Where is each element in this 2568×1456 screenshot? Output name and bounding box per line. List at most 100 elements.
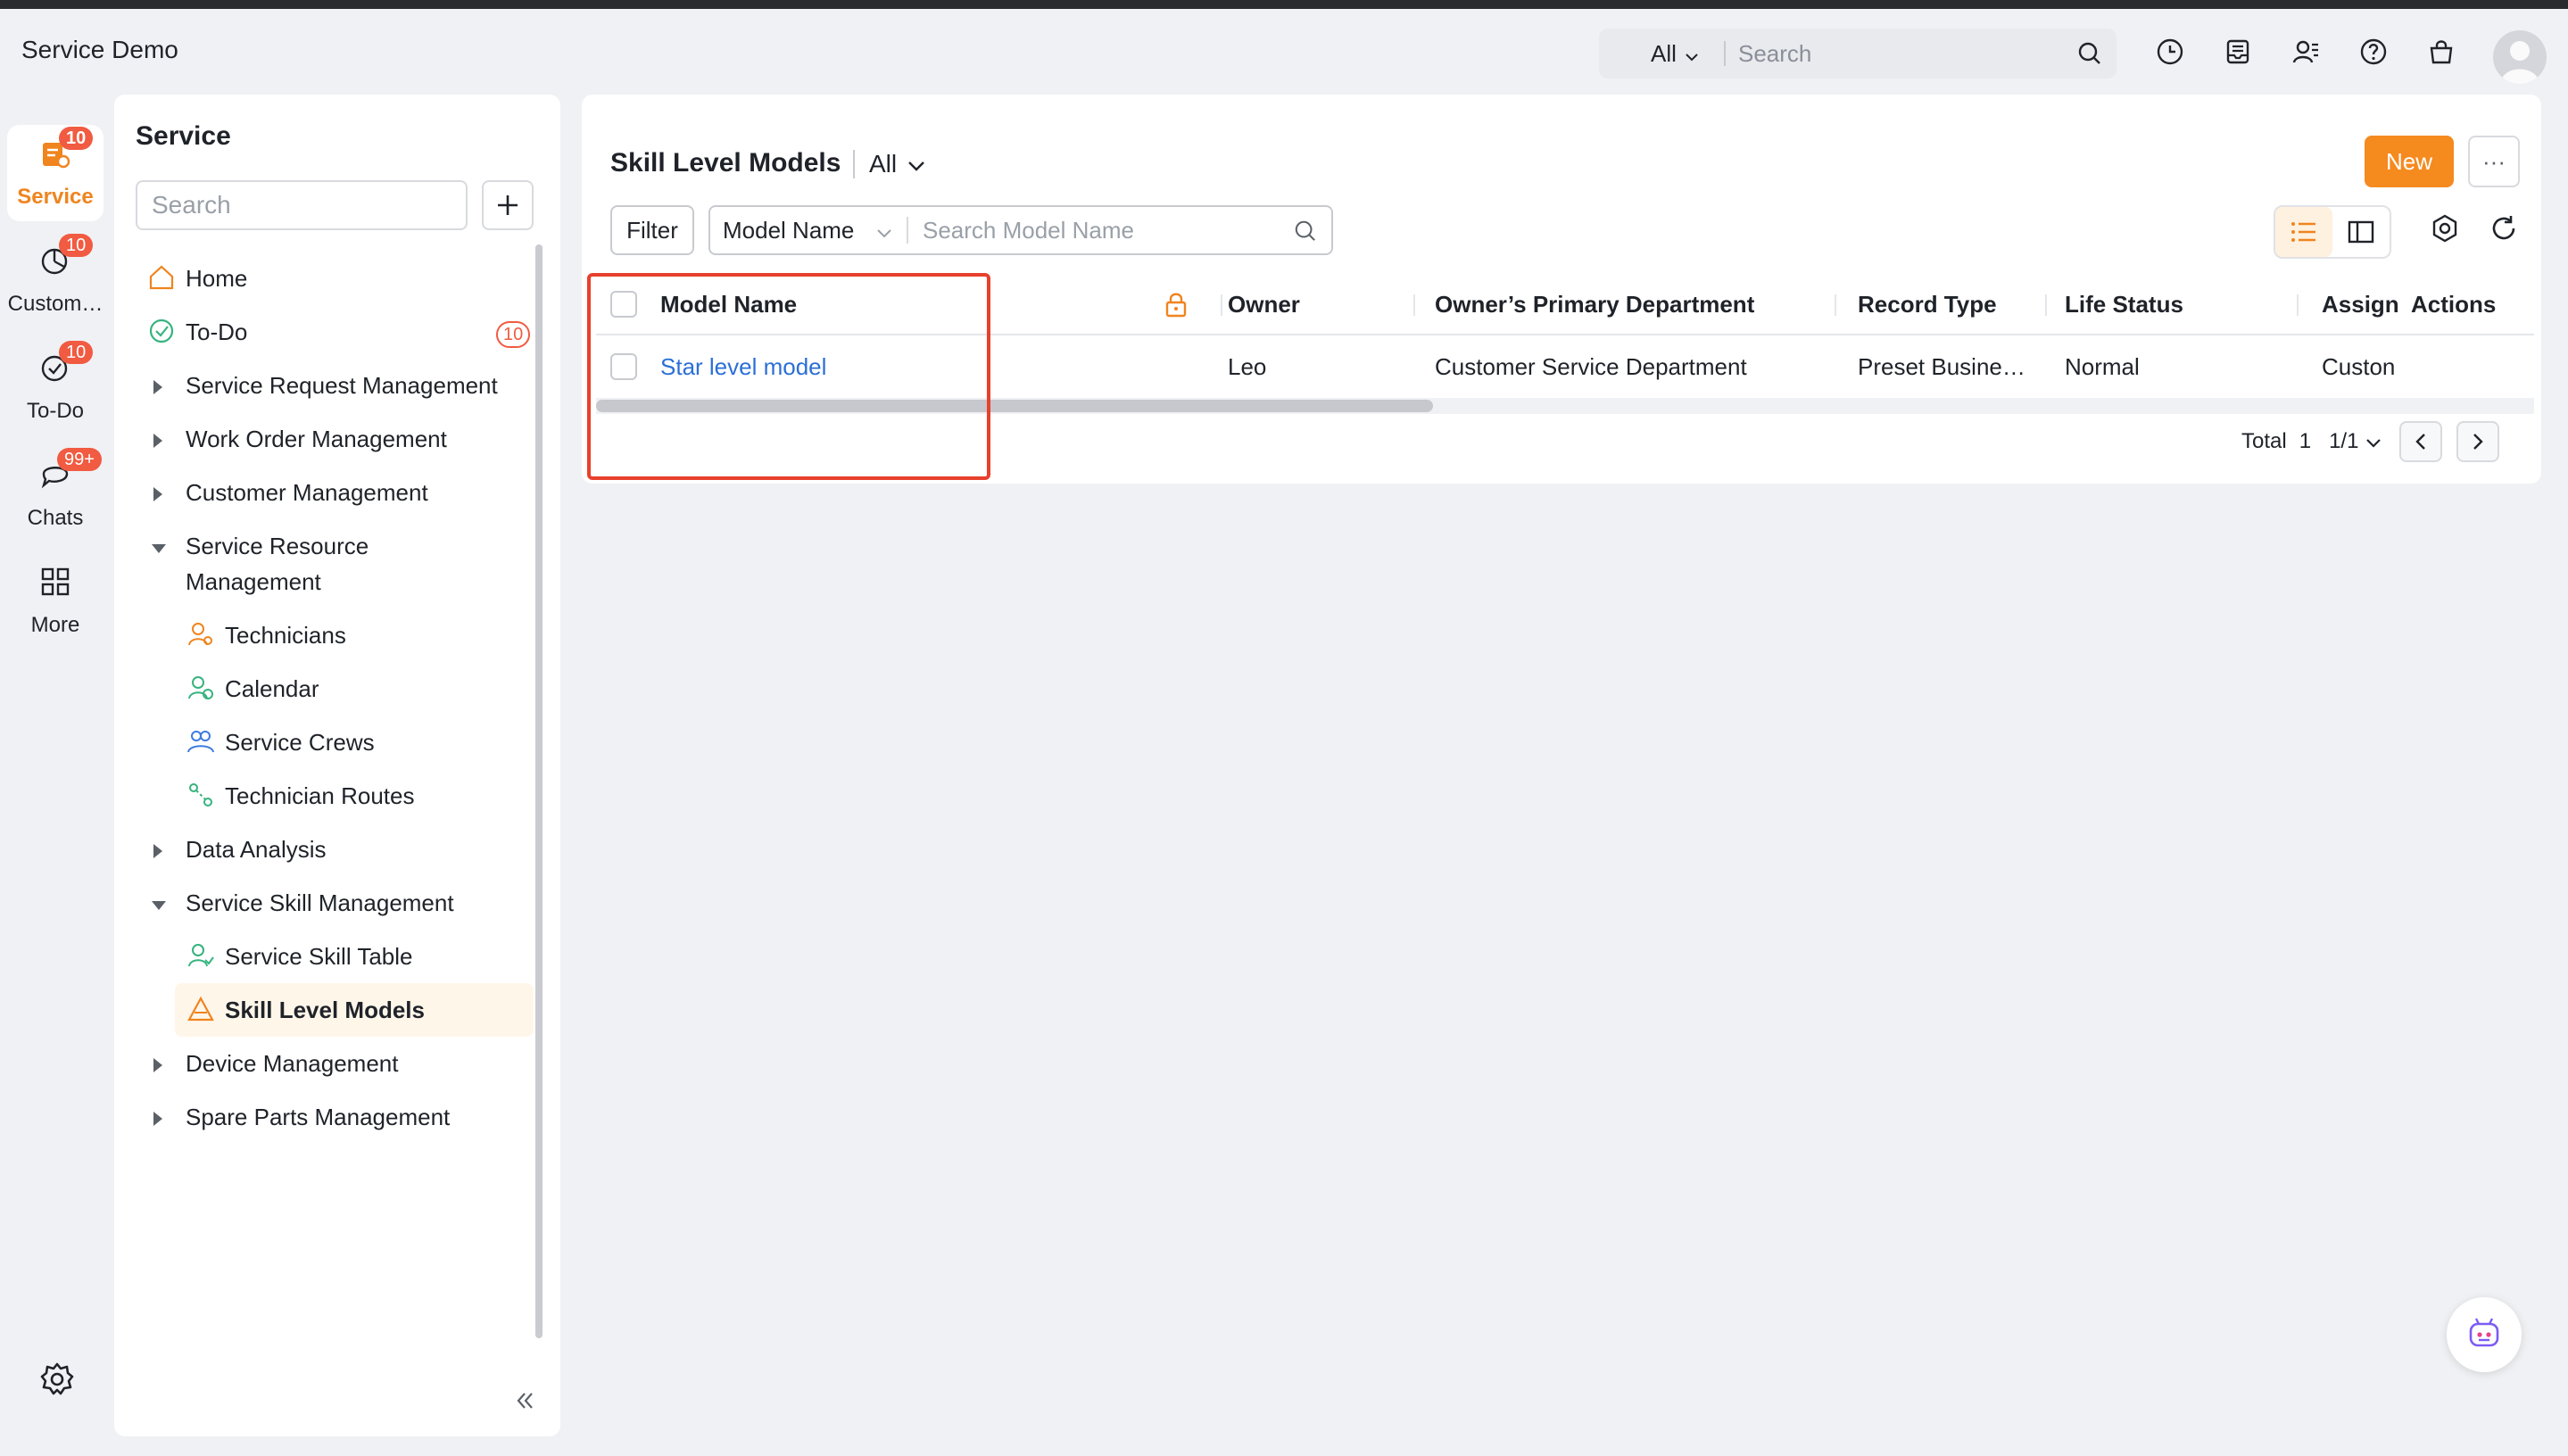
column-divider[interactable] <box>2297 294 2299 316</box>
sidebar-item-service-skill-management[interactable]: Service Skill Management <box>114 876 534 930</box>
caret-right-icon[interactable] <box>153 1112 162 1126</box>
app-rail: 10 Service 10 Custom… 10 To-Do 99+ Chats… <box>0 125 112 660</box>
sidebar-item-label: Service Skill Management <box>186 889 454 916</box>
sidebar-item-work-order-management[interactable]: Work Order Management <box>114 412 534 466</box>
column-divider[interactable] <box>2045 294 2047 316</box>
split-view-icon[interactable] <box>2332 207 2390 257</box>
bag-icon[interactable] <box>2425 36 2457 68</box>
search-field-dropdown[interactable]: Model Name <box>710 217 907 244</box>
rail-item-chats[interactable]: 99+ Chats <box>7 446 104 542</box>
window-top-bar <box>0 0 2568 9</box>
page-select[interactable]: 1/1 <box>2329 429 2382 454</box>
horizontal-scrollbar[interactable] <box>596 400 1433 412</box>
search-scope-dropdown[interactable]: All <box>1599 40 1724 68</box>
sidebar-search-input[interactable] <box>136 180 468 230</box>
todo-count-badge: 10 <box>496 321 531 348</box>
refresh-icon[interactable] <box>2489 214 2518 247</box>
table-row[interactable]: Star level model Leo Customer Service De… <box>596 335 2534 398</box>
total-label: Total <box>2241 429 2287 453</box>
add-button[interactable] <box>482 180 534 230</box>
rail-item-service[interactable]: 10 Service <box>7 125 104 221</box>
row-select-cell <box>610 335 637 398</box>
caret-right-icon[interactable] <box>153 434 162 448</box>
collapse-sidebar-icon[interactable] <box>512 1388 537 1418</box>
filter-button[interactable]: Filter <box>610 205 694 255</box>
sidebar-item-label: Skill Level Models <box>225 997 425 1023</box>
sidebar-item-label: Service Crews <box>225 729 375 756</box>
search-icon[interactable] <box>1294 219 1317 247</box>
sidebar-item-label: Customer Management <box>186 479 428 506</box>
sidebar-scrollbar[interactable] <box>535 244 543 1338</box>
more-actions-button[interactable]: ··· <box>2468 136 2520 187</box>
sidebar-item-service-skill-table[interactable]: Service Skill Table <box>114 930 534 983</box>
sidebar-item-technicians[interactable]: Technicians <box>114 608 534 662</box>
settings-icon[interactable] <box>2431 214 2459 247</box>
rail-item-customers[interactable]: 10 Custom… <box>7 232 104 328</box>
caret-down-icon[interactable] <box>152 544 166 553</box>
column-header-owner[interactable]: Owner <box>1228 273 1300 335</box>
assistant-bot-button[interactable] <box>2447 1297 2522 1372</box>
view-selector[interactable]: All <box>869 150 925 178</box>
table-tools <box>2431 214 2518 247</box>
notification-badge: 99+ <box>57 448 102 471</box>
sidebar-item-label: Service Resource Management <box>186 533 369 595</box>
row-checkbox[interactable] <box>610 353 637 380</box>
caret-right-icon[interactable] <box>153 487 162 501</box>
global-search-input[interactable] <box>1738 39 2059 68</box>
model-name-search-input[interactable] <box>908 216 1274 244</box>
settings-gear-icon[interactable] <box>39 1361 75 1402</box>
sidebar-item-label: Home <box>186 265 248 292</box>
crew-icon <box>187 728 214 765</box>
clock-icon[interactable] <box>2154 36 2186 68</box>
caret-right-icon[interactable] <box>153 844 162 858</box>
previous-page-button[interactable] <box>2399 421 2443 462</box>
column-header-record-type[interactable]: Record Type <box>1858 273 1997 335</box>
skill-icon <box>187 942 214 979</box>
caret-right-icon[interactable] <box>153 1058 162 1072</box>
sidebar-item-device-management[interactable]: Device Management <box>114 1037 534 1090</box>
sidebar-item-calendar[interactable]: Calendar <box>114 662 534 716</box>
chevron-down-icon <box>907 150 925 178</box>
sidebar-item-data-analysis[interactable]: Data Analysis <box>114 823 534 876</box>
record-type-cell: Preset Busine… <box>1858 352 2025 380</box>
page-indicator: 1/1 <box>2329 429 2359 453</box>
rail-item-more[interactable]: More <box>7 553 104 649</box>
life-status-cell: Normal <box>2065 352 2140 380</box>
sidebar-item-service-request-management[interactable]: Service Request Management <box>114 359 534 412</box>
rail-item-todo[interactable]: 10 To-Do <box>7 339 104 435</box>
sidebar-item-home[interactable]: Home <box>114 252 534 305</box>
column-header-life-status[interactable]: Life Status <box>2065 273 2183 335</box>
sidebar-item-skill-level-models[interactable]: Skill Level Models <box>175 983 534 1037</box>
sidebar-item-todo[interactable]: To-Do 10 <box>114 305 534 359</box>
column-divider[interactable] <box>1221 294 1222 316</box>
sidebar-item-technician-routes[interactable]: Technician Routes <box>114 769 534 823</box>
model-name-link[interactable]: Star level model <box>660 335 826 398</box>
header-icons <box>2154 36 2457 68</box>
new-button[interactable]: New <box>2365 136 2454 187</box>
column-divider[interactable] <box>1413 294 1415 316</box>
sidebar-item-label: Data Analysis <box>186 836 327 863</box>
contacts-icon[interactable] <box>2290 36 2322 68</box>
column-divider[interactable] <box>1835 294 1836 316</box>
list-view-icon[interactable] <box>2275 207 2332 257</box>
user-avatar[interactable] <box>2493 30 2547 84</box>
page-title: Skill Level Models <box>610 148 841 178</box>
help-icon[interactable] <box>2357 36 2390 68</box>
sidebar-item-customer-management[interactable]: Customer Management <box>114 466 534 519</box>
inbox-icon[interactable] <box>2222 36 2254 68</box>
department-cell: Customer Service Department <box>1435 352 1747 380</box>
caret-down-icon[interactable] <box>152 901 166 910</box>
select-all-checkbox[interactable] <box>610 291 637 318</box>
search-field-label: Model Name <box>723 216 855 244</box>
sidebar-item-service-resource-management[interactable]: Service Resource Management <box>114 519 534 608</box>
sidebar-item-label: Work Order Management <box>186 426 447 452</box>
search-icon[interactable] <box>2077 41 2102 70</box>
sidebar-item-service-crews[interactable]: Service Crews <box>114 716 534 769</box>
column-header-model-name[interactable]: Model Name <box>660 273 797 335</box>
sidebar-item-spare-parts-management[interactable]: Spare Parts Management <box>114 1090 534 1144</box>
next-page-button[interactable] <box>2456 421 2500 462</box>
column-header-assign[interactable]: Assign <box>2322 273 2398 335</box>
caret-right-icon[interactable] <box>153 380 162 394</box>
column-header-department[interactable]: Owner’s Primary Department <box>1435 273 1754 335</box>
sidebar-item-label: Device Management <box>186 1050 399 1077</box>
